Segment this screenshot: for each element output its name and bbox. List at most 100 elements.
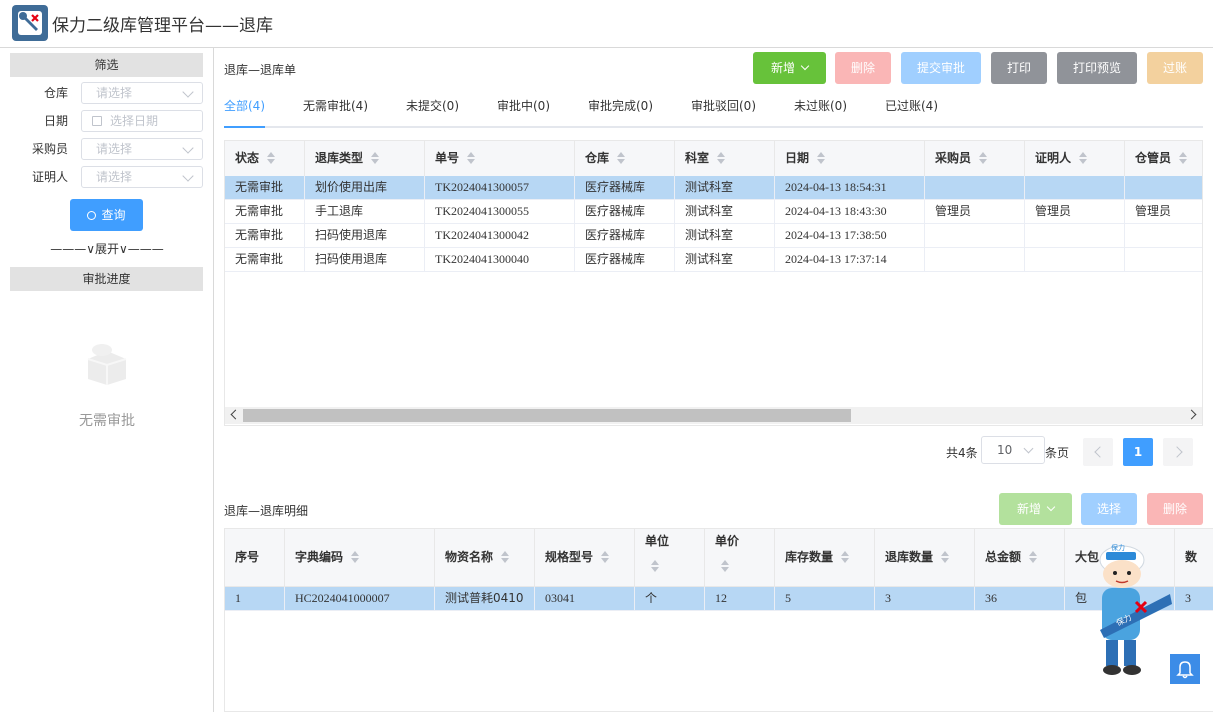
sort-icon[interactable] (979, 152, 988, 164)
cell-total: 36 (975, 587, 1065, 610)
submit-approval-button[interactable]: 提交审批 (901, 52, 981, 84)
col-buyer[interactable]: 采购员 (925, 141, 1025, 176)
detail-delete-button[interactable]: 删除 (1147, 493, 1203, 525)
sort-icon[interactable] (841, 551, 850, 563)
cell-department: 测试科室 (675, 224, 775, 247)
expand-toggle[interactable]: ———∨展开∨——— (0, 240, 214, 257)
print-button[interactable]: 打印 (991, 52, 1047, 84)
query-label: 查询 (101, 208, 126, 222)
sort-icon[interactable] (467, 152, 476, 164)
tab-posted[interactable]: 已过账(4) (885, 94, 938, 126)
sort-icon[interactable] (1079, 152, 1088, 164)
col-date[interactable]: 日期 (775, 141, 925, 176)
prev-page-button[interactable] (1083, 438, 1113, 466)
approval-progress-title: 审批进度 (10, 267, 203, 291)
sort-icon[interactable] (351, 551, 360, 563)
query-button[interactable]: 查询 (70, 199, 143, 231)
sort-icon[interactable] (601, 551, 610, 563)
sort-icon[interactable] (617, 152, 626, 164)
print-preview-button[interactable]: 打印预览 (1057, 52, 1137, 84)
bell-icon (1176, 661, 1194, 679)
filter-sidebar: 筛选 仓库 请选择 日期 选择日期 采购员 请选择 证明人 请选择 查询 ———… (0, 48, 214, 712)
main-content: 退库—退库单 新增 删除 提交审批 打印 打印预览 过账 全部(4) 无需审批(… (214, 48, 1213, 712)
section-title: 退库—退库单 (224, 63, 297, 77)
horizontal-scrollbar[interactable] (225, 407, 1202, 424)
cell-witness (1025, 248, 1125, 271)
cell-date: 2024-04-13 17:38:50 (775, 224, 925, 247)
date-placeholder: 选择日期 (110, 114, 159, 128)
col-seq[interactable]: 序号 (225, 529, 285, 586)
detail-add-button[interactable]: 新增 (999, 493, 1072, 525)
col-witness[interactable]: 证明人 (1025, 141, 1125, 176)
scroll-right-icon[interactable] (1186, 409, 1197, 420)
sort-icon[interactable] (371, 152, 380, 164)
col-return-type[interactable]: 退库类型 (305, 141, 425, 176)
table-row[interactable]: 无需审批 扫码使用退库 TK2024041300040 医疗器械库 测试科室 2… (225, 248, 1202, 272)
col-return-qty[interactable]: 退库数量 (875, 529, 975, 586)
detail-table-row[interactable]: 1 HC2024041000007 测试普耗0410 03041 个 12 5 … (225, 587, 1213, 611)
add-button[interactable]: 新增 (753, 52, 826, 84)
cell-witness (1025, 176, 1125, 199)
cell-warehouse: 医疗器械库 (575, 176, 675, 199)
tab-unsubmitted[interactable]: 未提交(0) (406, 94, 459, 126)
cell-status: 无需审批 (225, 224, 305, 247)
col-dict-code[interactable]: 字典编码 (285, 529, 435, 586)
col-material-name[interactable]: 物资名称 (435, 529, 535, 586)
sort-icon[interactable] (1179, 152, 1188, 164)
cell-status: 无需审批 (225, 200, 305, 223)
chevron-down-icon (800, 61, 810, 71)
sort-icon[interactable] (501, 551, 510, 563)
cell-date: 2024-04-13 17:37:14 (775, 248, 925, 271)
warehouse-select[interactable]: 请选择 (81, 82, 203, 104)
tab-approving[interactable]: 审批中(0) (497, 94, 550, 126)
col-keeper[interactable]: 仓管员 (1125, 141, 1202, 176)
table-row[interactable]: 无需审批 扫码使用退库 TK2024041300042 医疗器械库 测试科室 2… (225, 224, 1202, 248)
sort-icon[interactable] (651, 560, 659, 572)
col-unit[interactable]: 单位 (635, 529, 705, 586)
table-row[interactable]: 无需审批 划价使用出库 TK2024041300057 医疗器械库 测试科室 2… (225, 176, 1202, 200)
scroll-left-icon[interactable] (230, 409, 241, 420)
table-row[interactable]: 无需审批 手工退库 TK2024041300055 医疗器械库 测试科室 202… (225, 200, 1202, 224)
col-order-no[interactable]: 单号 (425, 141, 575, 176)
date-picker[interactable]: 选择日期 (81, 110, 203, 132)
current-page-button[interactable]: 1 (1123, 438, 1153, 466)
witness-select[interactable]: 请选择 (81, 166, 203, 188)
notification-button[interactable] (1170, 654, 1200, 684)
sort-icon[interactable] (717, 152, 726, 164)
tab-unposted[interactable]: 未过账(0) (794, 94, 847, 126)
tab-approved[interactable]: 审批完成(0) (588, 94, 653, 126)
col-department[interactable]: 科室 (675, 141, 775, 176)
sort-icon[interactable] (817, 152, 826, 164)
sort-icon[interactable] (267, 152, 276, 164)
sort-icon[interactable] (721, 560, 729, 572)
chevron-down-icon (182, 142, 194, 154)
scrollbar-thumb[interactable] (243, 409, 851, 422)
cell-keeper: 管理员 (1125, 200, 1202, 223)
delete-button[interactable]: 删除 (835, 52, 891, 84)
sort-icon[interactable] (1029, 551, 1038, 563)
post-button[interactable]: 过账 (1147, 52, 1203, 84)
col-warehouse[interactable]: 仓库 (575, 141, 675, 176)
page-size-value: 10 (997, 443, 1013, 457)
page-size-select[interactable]: 10 (981, 436, 1045, 464)
mascot-character[interactable]: 保力 保力 (1086, 538, 1172, 678)
sort-icon[interactable] (941, 551, 950, 563)
col-qty[interactable]: 数 (1175, 529, 1213, 586)
detail-select-button[interactable]: 选择 (1081, 493, 1137, 525)
col-total[interactable]: 总金额 (975, 529, 1065, 586)
col-price[interactable]: 单价 (705, 529, 775, 586)
col-stock-qty[interactable]: 库存数量 (775, 529, 875, 586)
col-spec[interactable]: 规格型号 (535, 529, 635, 586)
filter-label: 日期 (43, 114, 68, 128)
buyer-select[interactable]: 请选择 (81, 138, 203, 160)
tab-rejected[interactable]: 审批驳回(0) (691, 94, 756, 126)
col-status[interactable]: 状态 (225, 141, 305, 176)
next-page-button[interactable] (1163, 438, 1193, 466)
filter-witness: 证明人 请选择 (0, 166, 214, 190)
cell-warehouse: 医疗器械库 (575, 224, 675, 247)
cell-seq: 1 (225, 587, 285, 610)
tab-all[interactable]: 全部(4) (224, 94, 265, 128)
return-detail-table: 序号 字典编码 物资名称 规格型号 单位 单价 库存数量 退库数量 总金额 大包… (224, 528, 1213, 712)
empty-box-icon (87, 344, 127, 385)
tab-no-approval[interactable]: 无需审批(4) (303, 94, 368, 126)
